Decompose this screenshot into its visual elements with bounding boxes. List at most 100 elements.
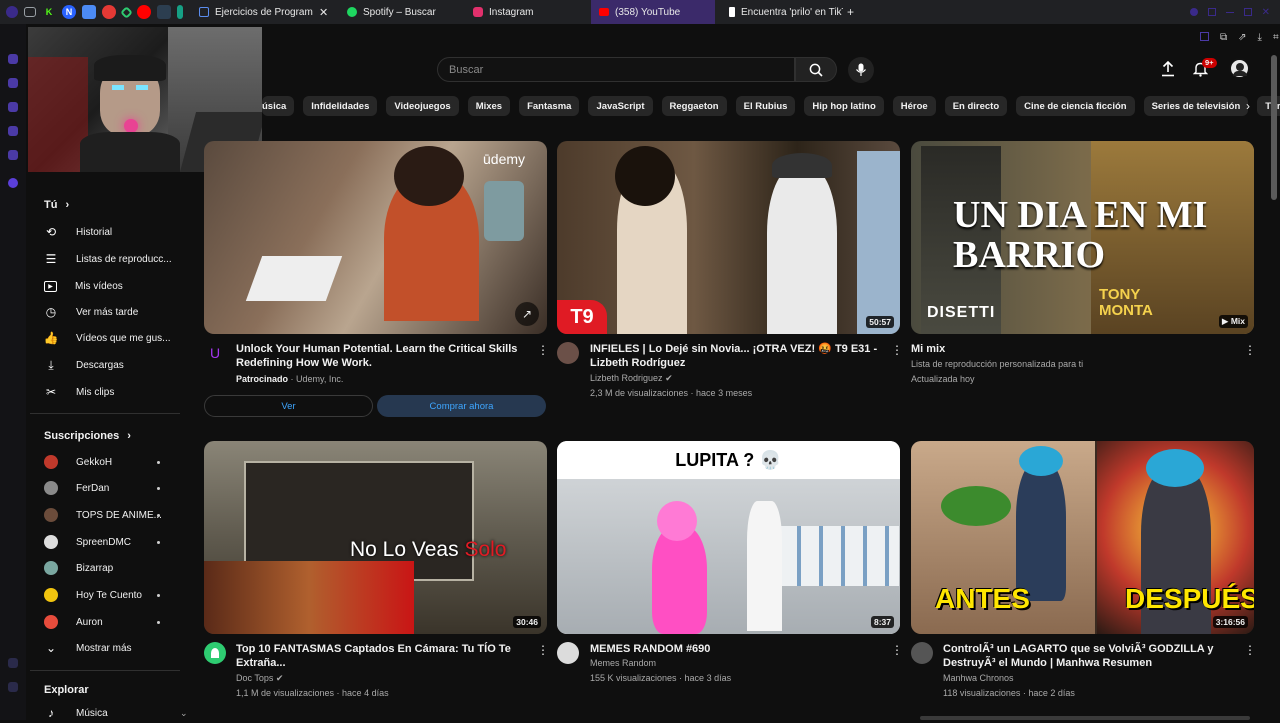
tab-close-button[interactable]: ✕ — [319, 0, 333, 24]
sidebar-app-icon[interactable] — [8, 178, 18, 188]
sidebar-item-liked[interactable]: 👍 Vídeos que me gus... — [44, 328, 194, 348]
video-channel[interactable]: Memes Random — [590, 656, 656, 671]
extension-puzzle-icon[interactable]: ⧉ — [1220, 32, 1227, 43]
chip-musica[interactable]: úsica — [262, 96, 295, 116]
sidebar-sub-auron[interactable]: Auron — [44, 612, 194, 632]
cast-icon[interactable] — [1200, 32, 1209, 41]
gamepad-icon[interactable] — [24, 7, 36, 17]
sidebar-item-history[interactable]: ⟲ Historial — [44, 222, 194, 242]
search-input[interactable]: Buscar — [437, 57, 795, 82]
chip[interactable]: Infidelidades — [303, 96, 378, 116]
profile-icon[interactable] — [1189, 8, 1198, 16]
chevron-right-icon[interactable]: › — [1246, 99, 1250, 113]
sidebar-app-icon[interactable] — [8, 78, 18, 88]
video-thumbnail[interactable]: ANTES DESPUÉS 3:16:56 — [911, 441, 1254, 634]
chip[interactable]: Reggaeton — [661, 96, 727, 116]
horizontal-scrollbar[interactable] — [920, 716, 1250, 720]
video-thumbnail[interactable]: T9 50:57 — [557, 141, 900, 334]
more-options-icon[interactable]: ⋮ — [537, 343, 549, 357]
chip[interactable]: Fantasma — [519, 96, 580, 116]
pinned-n-icon[interactable]: N — [62, 5, 76, 19]
sidebar-item-playlists[interactable]: ☰ Listas de reproducc... — [44, 249, 194, 269]
close-window-icon[interactable]: ✕ — [1262, 7, 1270, 18]
pinned-k-icon[interactable]: K — [42, 5, 56, 19]
pinned-red-icon[interactable] — [102, 5, 116, 19]
channel-name[interactable]: · Udemy, Inc. — [291, 374, 344, 384]
chip[interactable]: Videojuegos — [386, 96, 459, 116]
tab-youtube[interactable]: (358) YouTube — [591, 0, 715, 24]
sidebar-item-my-videos[interactable]: ▶ Mis vídeos — [44, 276, 194, 296]
sidebar-item-music[interactable]: ♪ Música — [44, 703, 194, 723]
more-options-icon[interactable]: ⋮ — [1244, 643, 1256, 657]
sidebar-you-header[interactable]: Tú › — [44, 199, 69, 211]
sidebar-settings-icon[interactable] — [8, 658, 18, 668]
sidebar-item-downloads[interactable]: ⤓ Descargas — [44, 355, 194, 375]
pinned-app2-icon[interactable] — [157, 5, 171, 19]
video-channel[interactable]: Doc Tops ✔ — [236, 671, 283, 686]
more-options-icon[interactable]: ⋮ — [1244, 343, 1256, 357]
video-channel[interactable]: Lizbeth Rodriguez ✔ — [590, 371, 673, 386]
chip[interactable]: En directo — [944, 96, 1008, 116]
sidebar-app-icon[interactable] — [8, 150, 18, 160]
sidebar-sub-tops-anime[interactable]: TOPS DE ANIME... — [44, 505, 194, 525]
pinned-youtube-icon[interactable] — [137, 5, 151, 19]
pinned-app-icon[interactable] — [82, 5, 96, 19]
video-title[interactable]: MEMES RANDOM #690 — [590, 642, 880, 656]
browser-menu-icon[interactable] — [6, 6, 18, 18]
chip[interactable]: JavaScript — [588, 96, 653, 116]
tab-tiktok[interactable]: Encuentra 'prilo' en TikTo — [721, 0, 843, 24]
extension-icon[interactable] — [1207, 8, 1216, 16]
video-title[interactable]: Unlock Your Human Potential. Learn the C… — [236, 342, 526, 370]
screenshot-icon[interactable]: ⌗ — [1273, 32, 1279, 43]
upload-button[interactable] — [1161, 60, 1175, 82]
page-scrollbar[interactable] — [1271, 55, 1277, 200]
sidebar-sub-gekkoh[interactable]: GekkoH — [44, 452, 194, 472]
minimize-icon[interactable] — [1225, 11, 1234, 13]
new-tab-button[interactable]: + — [843, 0, 858, 24]
sidebar-app-icon[interactable] — [8, 126, 18, 136]
external-link-icon[interactable]: ↗ — [515, 302, 539, 326]
tab-instagram[interactable]: Instagram — [465, 0, 591, 24]
tab-ejercicios[interactable]: Ejercicios de Program — [191, 0, 319, 24]
maximize-icon[interactable] — [1243, 8, 1252, 16]
channel-avatar[interactable] — [204, 642, 226, 664]
sidebar-item-watch-later[interactable]: ◷ Ver más tarde — [44, 302, 194, 322]
sidebar-sub-bizarrap[interactable]: Bizarrap — [44, 558, 194, 578]
more-options-icon[interactable]: ⋮ — [891, 643, 903, 657]
chip[interactable]: Héroe — [892, 96, 936, 116]
sidebar-sub-ferdan[interactable]: FerDan — [44, 478, 194, 498]
voice-search-button[interactable] — [848, 57, 874, 83]
sidebar-item-clips[interactable]: ✂ Mis clips — [44, 382, 194, 402]
chip[interactable]: Hip hop latino — [804, 96, 884, 116]
sidebar-sub-spreendmc[interactable]: SpreenDMC — [44, 532, 194, 552]
search-button[interactable] — [795, 57, 837, 82]
sidebar-show-more[interactable]: ⌄ Mostrar más — [44, 638, 194, 658]
video-title[interactable]: Mi mix — [911, 342, 1201, 356]
sidebar-app-icon[interactable] — [8, 102, 18, 112]
channel-avatar[interactable] — [557, 642, 579, 664]
video-title[interactable]: Top 10 FANTASMAS Captados En Cámara: Tu … — [236, 642, 526, 670]
video-thumbnail[interactable]: UN DIA EN MI BARRIO DISETTI TONY MONTA ▶… — [911, 141, 1254, 334]
sidebar-sub-hoy-te-cuento[interactable]: Hoy Te Cuento — [44, 585, 194, 605]
video-title[interactable]: ControlÃ³ un LAGARTO que se VolviÃ³ GODZ… — [943, 642, 1238, 670]
video-thumbnail[interactable]: LUPITA ? 💀 8:37 — [557, 441, 900, 634]
avatar[interactable] — [1229, 58, 1250, 79]
more-options-icon[interactable]: ⋮ — [891, 343, 903, 357]
sidebar-more-icon[interactable] — [8, 682, 18, 692]
video-title[interactable]: INFIELES | Lo Dejé sin Novia... ¡OTRA VE… — [590, 342, 880, 370]
tab-spotify[interactable]: Spotify – Buscar — [339, 0, 465, 24]
more-options-icon[interactable]: ⋮ — [537, 643, 549, 657]
video-thumbnail[interactable]: No Lo Veas Solo 30:46 — [204, 441, 547, 634]
sidebar-subscriptions-header[interactable]: Suscripciones › — [44, 430, 131, 442]
ver-button[interactable]: Ver — [204, 395, 373, 417]
chip[interactable]: El Rubius — [735, 96, 796, 116]
channel-avatar[interactable] — [911, 642, 933, 664]
share-icon[interactable]: ⇗ — [1238, 32, 1246, 43]
comprar-ahora-button[interactable]: Comprar ahora — [377, 395, 546, 417]
notifications-button[interactable]: 9+ — [1192, 58, 1217, 82]
chip[interactable]: Cine de ciencia ficción — [1016, 96, 1135, 116]
chip[interactable]: Mixes — [467, 96, 511, 116]
download-icon[interactable]: ⤓ — [1258, 32, 1262, 43]
video-thumbnail[interactable]: ūdemy ↗ — [204, 141, 547, 334]
channel-avatar[interactable] — [557, 342, 579, 364]
